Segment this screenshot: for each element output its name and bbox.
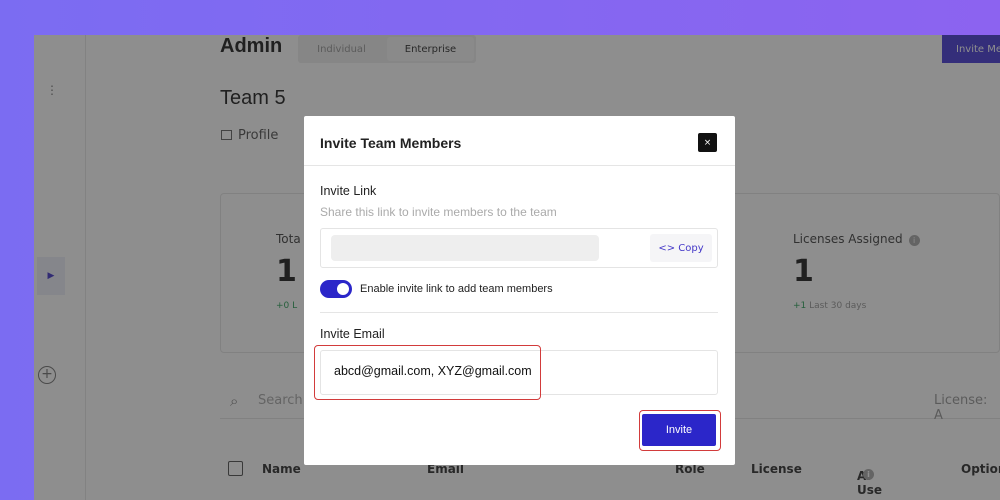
invite-link-toggle-label: Enable invite link to add team members (360, 283, 553, 295)
invite-link-field[interactable] (331, 235, 599, 261)
email-highlight-box (314, 345, 541, 400)
invite-link-label: Invite Link (320, 184, 377, 198)
invite-link-subtitle: Share this link to invite members to the… (320, 205, 557, 219)
invite-link-box: <> Copy (320, 228, 718, 268)
modal-title: Invite Team Members (320, 135, 462, 151)
close-icon[interactable]: × (698, 133, 717, 152)
modal-header: Invite Team Members × (304, 116, 735, 166)
invite-highlight-box (639, 410, 721, 451)
modal-divider (320, 312, 718, 313)
invite-email-label: Invite Email (320, 327, 385, 341)
invite-link-toggle[interactable] (320, 280, 352, 298)
copy-link-button[interactable]: <> Copy (650, 234, 712, 262)
